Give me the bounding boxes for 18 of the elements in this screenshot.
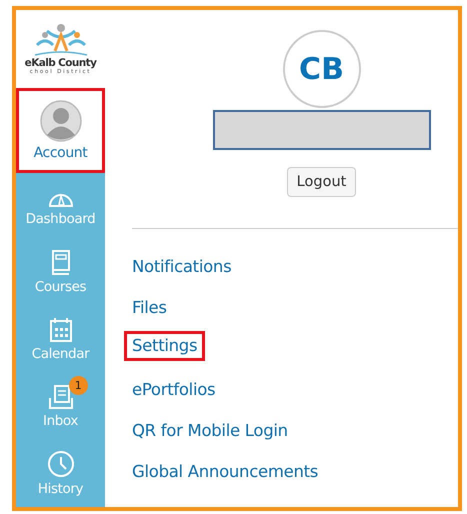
book-icon xyxy=(50,250,70,276)
logo-figures-icon xyxy=(32,23,88,58)
account-menu-link[interactable]: Files xyxy=(132,290,167,331)
nav-item[interactable]: 1 Inbox xyxy=(16,373,105,440)
account-menu-link[interactable]: ePortfolios xyxy=(132,372,216,413)
unread-count-badge: 1 xyxy=(68,376,88,396)
account-menu-link[interactable]: Notifications xyxy=(132,249,232,290)
avatar-icon xyxy=(40,100,82,142)
logo-name: eKalb County xyxy=(24,57,96,70)
clock-icon xyxy=(46,450,74,478)
account-menu-link[interactable]: QR for Mobile Login xyxy=(132,413,288,454)
account-menu-link[interactable]: Global Announcements xyxy=(132,454,318,495)
logout-button[interactable]: Logout xyxy=(286,167,356,197)
calendar-icon xyxy=(48,317,72,344)
account-menu-link[interactable]: Settings xyxy=(124,331,206,361)
user-initials-avatar: CB xyxy=(282,30,360,108)
nav-item[interactable]: Account xyxy=(16,88,105,173)
inbox-icon xyxy=(48,384,74,410)
